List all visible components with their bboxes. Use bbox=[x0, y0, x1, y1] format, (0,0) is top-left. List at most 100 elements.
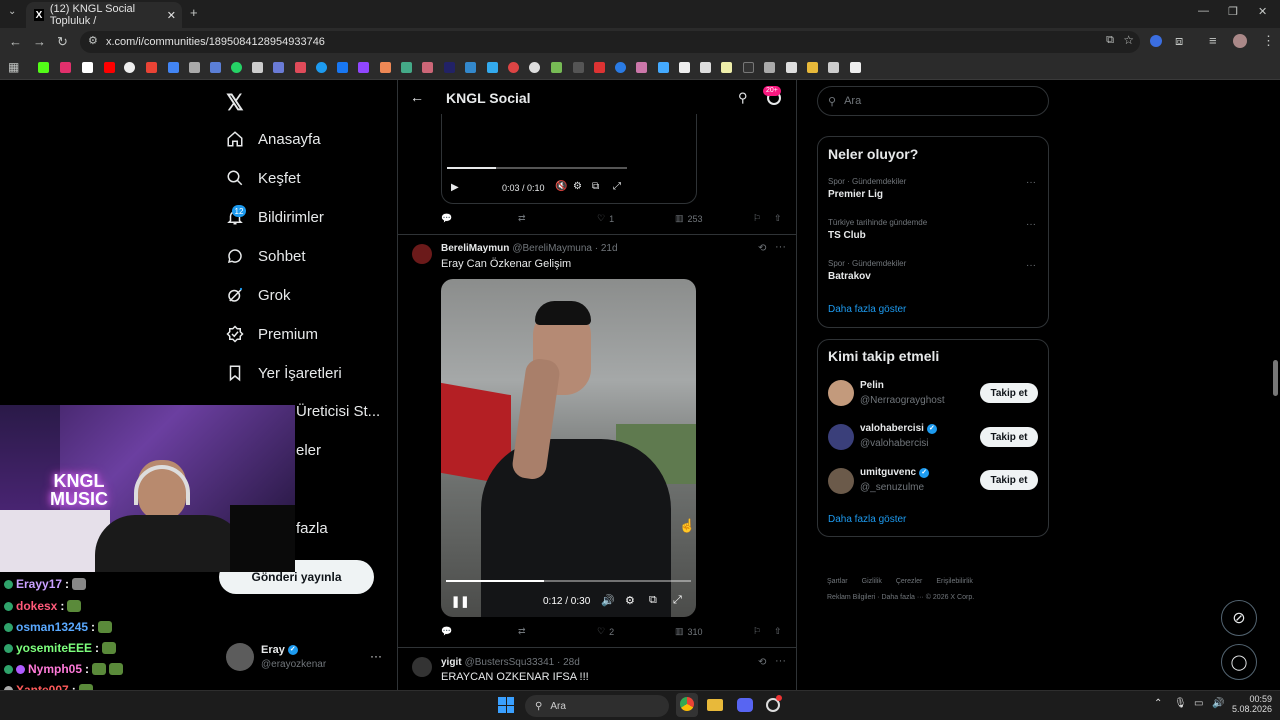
main-video-pip-icon[interactable]: ⧉ bbox=[649, 594, 657, 607]
nav-home[interactable]: Anasayfa bbox=[226, 130, 321, 148]
top-video-player[interactable]: ▶ 0:03 / 0:10 🔇 ⚙ ⧉ ⤢ bbox=[441, 114, 697, 204]
bookmark-icon-25[interactable] bbox=[551, 62, 562, 73]
top-views-button[interactable]: ▥ 253 bbox=[675, 213, 703, 224]
top-video-play-icon[interactable]: ▶ bbox=[451, 182, 459, 193]
bookmark-icon-31[interactable] bbox=[679, 62, 690, 73]
main-video-progress[interactable] bbox=[446, 580, 691, 582]
bookmark-facebook-icon[interactable] bbox=[337, 62, 348, 73]
trend-more-icon[interactable]: ··· bbox=[1026, 260, 1036, 271]
bookmark-kick-icon[interactable] bbox=[38, 62, 49, 73]
browser-tab[interactable]: X (12) KNGL Social Topluluk / ✕ bbox=[26, 2, 182, 28]
main-video-player[interactable]: ❚❚ 0:12 / 0:30 🔊 ⚙ ⧉ ⤢ bbox=[441, 279, 696, 617]
minimize-icon[interactable]: — bbox=[1198, 5, 1209, 17]
next-grok-analyze-icon[interactable]: ⟲ bbox=[758, 657, 766, 668]
reply-button[interactable]: 💬 bbox=[441, 626, 452, 637]
bookmark-icon-27[interactable] bbox=[594, 62, 605, 73]
bookmark-icon-34[interactable] bbox=[743, 62, 754, 73]
footer-link-privacy[interactable]: Gizlilik bbox=[862, 578, 882, 585]
bookmark-icon-17[interactable] bbox=[380, 62, 391, 73]
bookmark-drive-icon[interactable] bbox=[168, 62, 179, 73]
bookmark-icon-26[interactable] bbox=[573, 62, 584, 73]
main-video-settings-icon[interactable]: ⚙ bbox=[625, 594, 635, 607]
follow-avatar[interactable] bbox=[828, 468, 854, 494]
x-logo-icon[interactable]: 𝕏 bbox=[226, 90, 244, 116]
bookmark-icon-14[interactable] bbox=[316, 62, 327, 73]
follow-button[interactable]: Takip et bbox=[980, 470, 1038, 490]
top-video-progress[interactable] bbox=[447, 167, 627, 169]
back-arrow-icon[interactable]: ← bbox=[410, 89, 424, 105]
top-like-button[interactable]: ♡ 1 bbox=[597, 213, 614, 224]
bookmark-icon-35[interactable] bbox=[764, 62, 775, 73]
close-window-icon[interactable]: ✕ bbox=[1258, 5, 1267, 18]
top-video-mute-icon[interactable]: 🔇 bbox=[555, 181, 567, 192]
bookmark-whatsapp-icon[interactable] bbox=[231, 62, 242, 73]
bookmark-icon-24[interactable] bbox=[529, 62, 540, 73]
repost-button[interactable]: ⇄ bbox=[518, 626, 526, 637]
views-button[interactable]: ▥ 310 bbox=[675, 626, 703, 637]
bookmark-icon-30[interactable] bbox=[658, 62, 669, 73]
bookmark-icon-19[interactable] bbox=[422, 62, 433, 73]
top-bookmark-button[interactable]: ⚐ bbox=[753, 213, 761, 224]
taskbar-clock[interactable]: 00:59 5.08.2026 bbox=[1232, 694, 1272, 714]
nav-explore[interactable]: Keşfet bbox=[226, 169, 301, 187]
reload-icon[interactable]: ↻ bbox=[57, 34, 68, 50]
new-tab-icon[interactable]: + bbox=[190, 5, 198, 20]
nav-premium[interactable]: Premium bbox=[226, 325, 318, 343]
top-reply-button[interactable]: 💬 bbox=[441, 213, 452, 224]
volume-icon[interactable]: 🔊 bbox=[1212, 698, 1224, 709]
next-tweet-author-name[interactable]: yigit bbox=[441, 657, 462, 668]
bookmark-icon-13[interactable] bbox=[295, 62, 306, 73]
bookmark-icon-12[interactable] bbox=[273, 62, 284, 73]
microphone-icon[interactable]: 🎙 bbox=[1174, 698, 1187, 709]
bookmark-icon-23[interactable] bbox=[508, 62, 519, 73]
bookmark-icon-11[interactable] bbox=[252, 62, 263, 73]
grok-float-button[interactable]: ⊘ bbox=[1221, 600, 1257, 636]
search-input[interactable]: ⚲ Ara bbox=[817, 86, 1049, 116]
trend-more-icon[interactable]: ··· bbox=[1026, 219, 1036, 230]
bookmark-youtube-icon[interactable] bbox=[104, 62, 115, 73]
main-video-fullscreen-icon[interactable]: ⤢ bbox=[673, 594, 682, 607]
profile-avatar-icon[interactable] bbox=[1233, 34, 1247, 48]
bookmark-star-icon[interactable]: ☆ bbox=[1123, 33, 1134, 47]
trends-show-more-link[interactable]: Daha fazla göster bbox=[828, 304, 906, 315]
apps-icon[interactable]: ▦ bbox=[8, 60, 19, 74]
tray-chevron-icon[interactable]: ⌃ bbox=[1154, 698, 1162, 709]
bookmark-icon-32[interactable] bbox=[700, 62, 711, 73]
back-icon[interactable]: ← bbox=[9, 34, 22, 49]
nav-more-label[interactable]: fazla bbox=[296, 520, 328, 537]
extension-icon[interactable] bbox=[1150, 35, 1162, 47]
bookmark-folder-icon[interactable] bbox=[807, 62, 818, 73]
next-tweet-author-handle[interactable]: @BustersSqu33341 · 28d bbox=[465, 657, 580, 668]
profile-name-row[interactable]: Eray ✓ bbox=[261, 644, 298, 656]
bookmark-icon-20[interactable] bbox=[444, 62, 455, 73]
maximize-icon[interactable]: ❐ bbox=[1228, 5, 1238, 18]
bookmark-icon-39[interactable] bbox=[850, 62, 861, 73]
top-video-fullscreen-icon[interactable]: ⤢ bbox=[613, 181, 621, 192]
nav-lists-label[interactable]: eler bbox=[296, 442, 321, 459]
profile-avatar[interactable] bbox=[226, 643, 254, 671]
discord-icon[interactable] bbox=[737, 698, 753, 712]
close-tab-icon[interactable]: ✕ bbox=[167, 9, 176, 22]
bookmark-icon-36[interactable] bbox=[786, 62, 797, 73]
share-button[interactable]: ⇧ bbox=[774, 626, 782, 637]
follow-button[interactable]: Takip et bbox=[980, 383, 1038, 403]
scrollbar-thumb[interactable] bbox=[1273, 360, 1278, 396]
top-video-settings-icon[interactable]: ⚙ bbox=[573, 181, 582, 192]
footer-link-accessibility[interactable]: Erişilebilirlik bbox=[936, 578, 973, 585]
footer-link-cookies[interactable]: Çerezler bbox=[896, 578, 922, 585]
next-tweet-avatar[interactable] bbox=[412, 657, 432, 677]
bookmark-twitch-icon[interactable] bbox=[358, 62, 369, 73]
profile-more-icon[interactable]: ··· bbox=[370, 649, 382, 663]
top-repost-button[interactable]: ⇄ bbox=[518, 213, 526, 224]
nav-bookmarks[interactable]: Yer İşaretleri bbox=[226, 364, 342, 382]
bookmark-google-icon[interactable] bbox=[124, 62, 135, 73]
follow-avatar[interactable] bbox=[828, 380, 854, 406]
tweet-avatar[interactable] bbox=[412, 244, 432, 264]
bookmark-button[interactable]: ⚐ bbox=[753, 626, 761, 637]
follow-avatar[interactable] bbox=[828, 424, 854, 450]
trend-item[interactable]: Türkiye tarihinde gündemde TS Club bbox=[828, 218, 927, 241]
nav-chat[interactable]: Sohbet bbox=[226, 247, 306, 265]
taskbar-chrome-button[interactable] bbox=[676, 693, 698, 717]
tab-list-icon[interactable]: ⌄ bbox=[8, 6, 16, 17]
media-control-icon[interactable]: ≡ bbox=[1209, 33, 1217, 48]
